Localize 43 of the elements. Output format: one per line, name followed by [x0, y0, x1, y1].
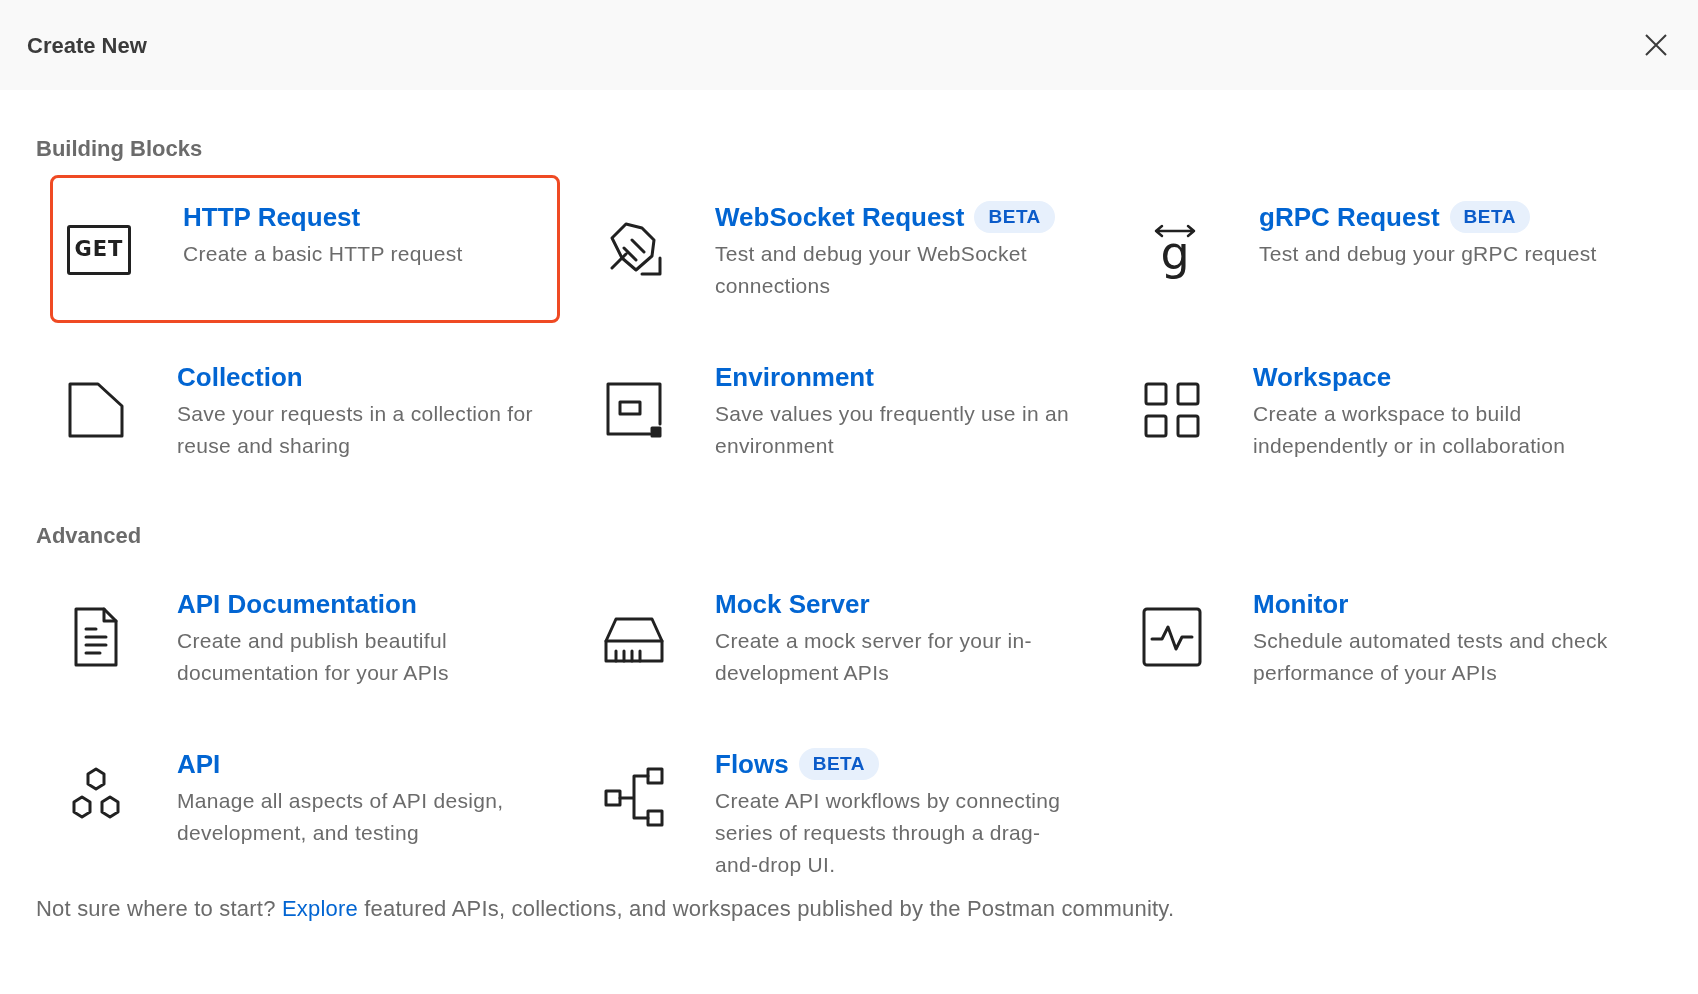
- get-icon: GET: [67, 225, 131, 275]
- option-title: HTTP Request: [183, 201, 361, 234]
- beta-badge: BETA: [1449, 200, 1530, 234]
- option-title: Workspace: [1253, 361, 1392, 394]
- option-title: API Documentation: [177, 588, 417, 621]
- create-option[interactable]: API Documentation Create and publish beautiful documentation for your APIs: [50, 562, 560, 710]
- option-description: Test and debug your WebSocket connections: [715, 241, 1028, 299]
- create-option[interactable]: Environment Save values you frequently use in an environment: [588, 335, 1098, 483]
- section-heading: Building Blocks: [36, 135, 204, 163]
- option-title: Environment: [715, 361, 874, 394]
- create-option[interactable]: WebSocket Request BETA Test and debug your WebSocket connections: [588, 175, 1098, 323]
- option-title: Monitor: [1253, 588, 1349, 621]
- create-option[interactable]: Workspace Create a workspace to build independently or in collaboration: [1126, 335, 1636, 483]
- create-option[interactable]: GET HTTP Request Create a basic HTTP request: [50, 175, 560, 323]
- create-option[interactable]: API Manage all aspects of API design, development, and testing: [50, 722, 560, 870]
- create-option[interactable]: Mock Server Create a mock server for your in-development APIs: [588, 562, 1098, 710]
- create-option[interactable]: Collection Save your requests in a collection for reuse and sharing: [50, 335, 560, 483]
- option-title: API: [177, 748, 221, 781]
- option-description: Create a basic HTTP request: [183, 241, 463, 267]
- option-title: gRPC Request: [1259, 201, 1440, 234]
- footer-text: Not sure where to start? Explore featured APIs, collections, and workspaces published by the Postman community.: [36, 895, 1176, 923]
- beta-badge: BETA: [798, 747, 879, 781]
- option-description: Create a workspace to build independently or in collaboration: [1253, 401, 1567, 459]
- option-description: Save values you frequently use in an environment: [715, 401, 1071, 459]
- option-description: Manage all aspects of API design, development, and testing: [177, 788, 505, 846]
- option-title: Collection: [177, 361, 303, 394]
- create-option[interactable]: g gRPC Request BETA Test and debug your gRPC request: [1126, 175, 1636, 323]
- create-option[interactable]: Monitor Schedule automated tests and check performance of your APIs: [1126, 562, 1636, 710]
- beta-badge: BETA: [974, 200, 1055, 234]
- option-description: Schedule automated tests and check performance of your APIs: [1253, 628, 1609, 686]
- option-title: Mock Server: [715, 588, 870, 621]
- window-title: Create New: [27, 31, 147, 60]
- flow-icon: [602, 765, 666, 829]
- pulse-icon: [1140, 605, 1204, 669]
- option-title: WebSocket Request: [715, 201, 965, 234]
- option-description: Save your requests in a collection for reuse and sharing: [177, 401, 534, 459]
- option-description: Create API workflows by connecting series of requests through a drag-and-drop UI.: [715, 788, 1062, 878]
- section-heading: Advanced: [36, 522, 143, 550]
- option-description: Create and publish beautiful documentation for your APIs: [177, 628, 450, 686]
- explore-link[interactable]: Explore: [281, 896, 358, 921]
- option-description: Create a mock server for your in-development APIs: [715, 628, 1033, 686]
- option-title: Flows: [715, 748, 789, 781]
- option-description: Test and debug your gRPC request: [1259, 241, 1597, 267]
